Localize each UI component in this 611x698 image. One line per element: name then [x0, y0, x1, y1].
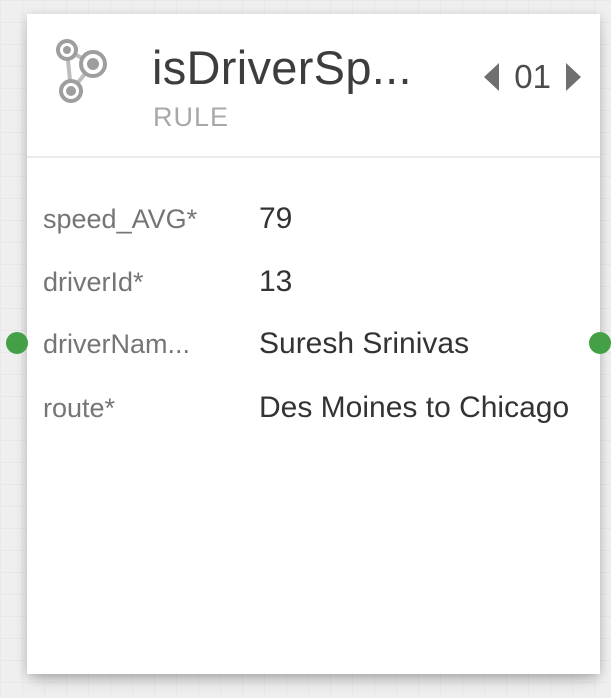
rule-nodes-icon: [47, 36, 131, 112]
field-row: route* Des Moines to Chicago: [27, 391, 600, 433]
field-row: speed_AVG* 79: [27, 202, 600, 244]
previous-version-arrow-icon[interactable]: [477, 59, 507, 95]
field-label: driverNam...: [43, 329, 191, 359]
output-port[interactable]: [589, 332, 611, 354]
rule-node-card[interactable]: isDriverSp... RULE 01 speed_AVG* 79 driv…: [27, 14, 600, 674]
field-value: 13: [259, 265, 293, 298]
field-label: route*: [43, 393, 116, 423]
field-label: speed_AVG*: [43, 204, 198, 234]
input-port[interactable]: [6, 332, 28, 354]
field-value: Suresh Srinivas: [259, 327, 470, 360]
field-value: Des Moines to Chicago: [259, 391, 570, 424]
node-header: isDriverSp... RULE 01: [27, 14, 600, 158]
field-label: driverId*: [43, 267, 144, 297]
field-row: driverId* 13: [27, 265, 600, 307]
field-value: 79: [259, 202, 293, 235]
version-switcher: 01: [477, 58, 588, 96]
node-type-label: RULE: [153, 102, 230, 132]
node-title: isDriverSp...: [152, 41, 412, 94]
field-row: driverNam... Suresh Srinivas: [27, 327, 600, 369]
next-version-arrow-icon[interactable]: [558, 59, 588, 95]
version-number: 01: [514, 58, 551, 95]
